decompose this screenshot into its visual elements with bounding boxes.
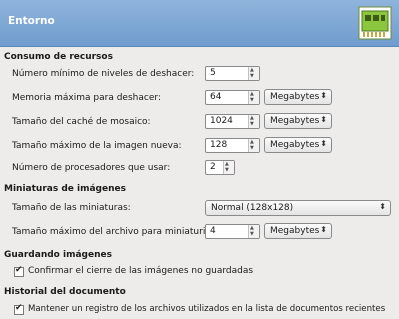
chevron-updown-icon: ⬍ [320, 91, 327, 100]
tile-cache-spin[interactable]: 1024 ▲ ▼ [205, 114, 260, 129]
section-title-thumbnails: Miniaturas de imágenes [4, 184, 126, 194]
undo-memory-label: Memoria máxima para deshacer: [12, 93, 161, 103]
thumbnail-max-file-value: 4 [210, 226, 216, 236]
thumbnail-size-label: Tamaño de las miniaturas: [12, 203, 131, 213]
memory-chip-icon [358, 6, 392, 40]
confirm-close-checkbox[interactable]: ✔ [14, 265, 24, 277]
checkmark-icon: ✔ [15, 265, 23, 275]
spin-arrows[interactable]: ▲ ▼ [248, 67, 259, 80]
spin-arrows[interactable]: ▲ ▼ [248, 115, 259, 128]
confirm-close-label: Confirmar el cierre de las imágenes no g… [28, 266, 254, 276]
undo-memory-unit: Megabytes [270, 92, 320, 102]
spin-arrows[interactable]: ▲ ▼ [223, 161, 234, 174]
page-header: Entorno [0, 0, 399, 47]
section-title-history: Historial del documento [4, 287, 126, 297]
thumbnail-max-file-unit: Megabytes [270, 226, 320, 236]
page-title: Entorno [8, 15, 55, 27]
undo-memory-unit-combo[interactable]: Megabytes ⬍ [264, 89, 332, 105]
chevron-updown-icon: ⬍ [320, 139, 327, 148]
thumbnail-size-value: Normal (128x128) [211, 203, 294, 213]
tile-cache-label: Tamaño del caché de mosaico: [12, 117, 151, 127]
undo-memory-value: 64 [210, 92, 222, 102]
thumbnail-size-combo[interactable]: Normal (128x128) ⬍ [205, 200, 391, 216]
thumbnail-max-file-unit-combo[interactable]: Megabytes ⬍ [264, 223, 332, 239]
processors-value: 2 [210, 162, 216, 172]
undo-memory-spin[interactable]: 64 ▲ ▼ [205, 90, 260, 105]
arrow-down-icon[interactable]: ▼ [250, 121, 254, 127]
chevron-updown-icon: ⬍ [379, 202, 386, 211]
arrow-down-icon[interactable]: ▼ [250, 97, 254, 103]
tile-cache-value: 1024 [210, 116, 233, 126]
new-image-label: Tamaño máximo de la imagen nueva: [12, 141, 182, 151]
chevron-updown-icon: ⬍ [320, 115, 327, 124]
arrow-down-icon[interactable]: ▼ [225, 167, 229, 173]
tile-cache-unit: Megabytes [270, 116, 320, 126]
new-image-spin[interactable]: 128 ▲ ▼ [205, 138, 260, 153]
arrow-down-icon[interactable]: ▼ [250, 73, 254, 79]
keep-record-checkbox[interactable]: ✔ [14, 303, 24, 315]
processors-label: Número de procesadores que usar: [12, 163, 171, 173]
undo-levels-label: Número mínimo de niveles de deshacer: [12, 69, 195, 79]
section-title-saving: Guardando imágenes [4, 250, 112, 260]
arrow-down-icon[interactable]: ▼ [250, 145, 254, 151]
undo-levels-value: 5 [210, 68, 216, 78]
undo-levels-spin[interactable]: 5 ▲ ▼ [205, 66, 260, 81]
checkmark-icon: ✔ [15, 303, 23, 313]
arrow-down-icon[interactable]: ▼ [250, 231, 254, 237]
thumbnail-max-file-label: Tamaño máximo del archivo para miniaturi… [12, 227, 223, 237]
new-image-unit-combo[interactable]: Megabytes ⬍ [264, 137, 332, 153]
spin-arrows[interactable]: ▲ ▼ [248, 225, 259, 238]
tile-cache-unit-combo[interactable]: Megabytes ⬍ [264, 113, 332, 129]
keep-record-label: Mantener un registro de los archivos uti… [28, 304, 386, 314]
new-image-value: 128 [210, 140, 228, 150]
spin-arrows[interactable]: ▲ ▼ [248, 91, 259, 104]
new-image-unit: Megabytes [270, 140, 320, 150]
thumbnail-max-file-spin[interactable]: 4 ▲ ▼ [205, 224, 260, 239]
chevron-updown-icon: ⬍ [320, 225, 327, 234]
spin-arrows[interactable]: ▲ ▼ [248, 139, 259, 152]
processors-spin[interactable]: 2 ▲ ▼ [205, 160, 235, 175]
section-title-resources: Consumo de recursos [4, 52, 113, 62]
